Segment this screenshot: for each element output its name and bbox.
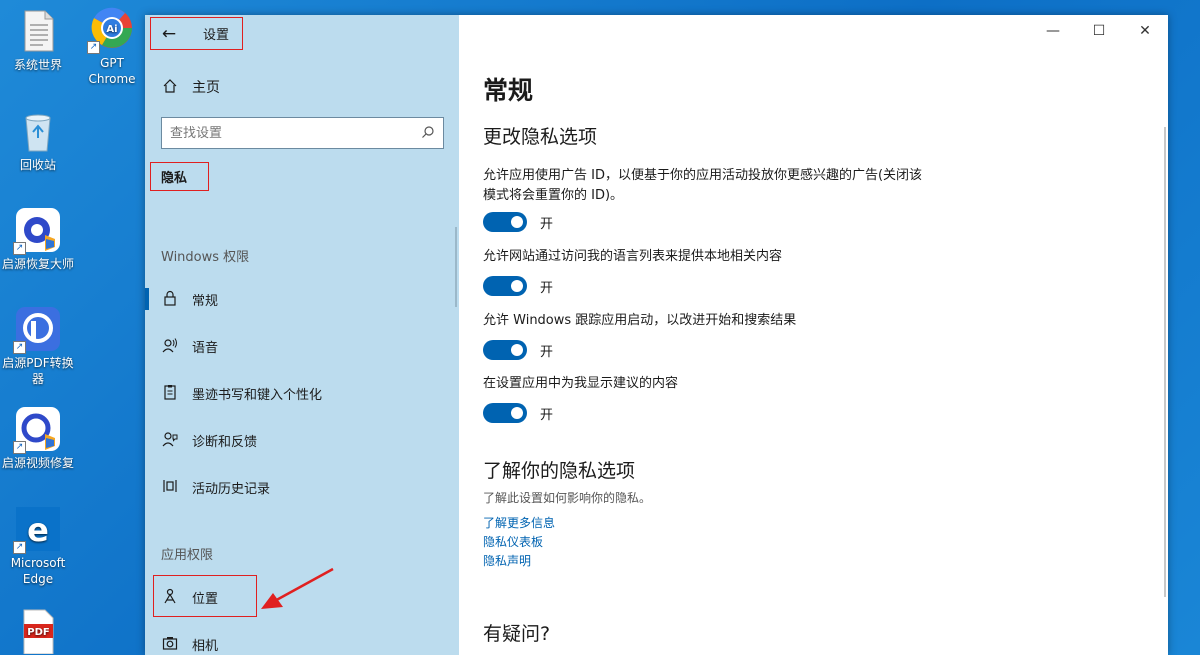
location-icon xyxy=(161,588,179,606)
sidebar-item-label: 墨迹书写和键入个性化 xyxy=(192,387,323,403)
sidebar-item-speech[interactable]: 语音 xyxy=(161,335,218,357)
search-input[interactable] xyxy=(170,125,421,141)
toggle-state-label: 开 xyxy=(540,216,554,232)
group-label-windows: Windows 权限 xyxy=(161,250,250,265)
back-row: ← 设置 xyxy=(150,17,243,50)
group-label-app: 应用权限 xyxy=(161,548,214,563)
sidebar-item-label: 位置 xyxy=(192,591,219,607)
maximize-button[interactable]: ☐ xyxy=(1076,15,1122,47)
svg-text:Ai: Ai xyxy=(106,24,117,35)
sidebar-item-diagnostics[interactable]: 诊断和反馈 xyxy=(161,429,257,451)
desktop-icon-label: 启源恢复大师 xyxy=(1,257,74,271)
toggle-state-label: 开 xyxy=(540,344,554,360)
toggle-switch[interactable] xyxy=(483,212,527,232)
toggle-row-language-list: 开 xyxy=(483,276,553,296)
close-button[interactable]: ✕ xyxy=(1122,15,1168,47)
page-title: 常规 xyxy=(483,76,534,105)
desktop-icon-label: 启源PDF转换器 xyxy=(2,356,74,386)
sidebar-item-label: 主页 xyxy=(192,80,220,96)
desktop-icon-label: GPT Chrome xyxy=(88,56,136,86)
option-description: 允许应用使用广告 ID，以便基于你的应用活动投放你更感兴趣的广告(关闭该模式将会… xyxy=(483,168,923,203)
option-description: 在设置应用中为我显示建议的内容 xyxy=(483,376,679,391)
desktop-icon-label: 回收站 xyxy=(19,158,56,172)
settings-main: — ☐ ✕ 常规 更改隐私选项 允许应用使用广告 ID，以便基于你的应用活动投放… xyxy=(459,15,1168,655)
sidebar-scrollbar[interactable] xyxy=(455,227,457,307)
desktop-icon-pdf[interactable]: PDF xyxy=(0,608,76,655)
video-repair-icon: ↗ xyxy=(13,406,61,454)
shortcut-arrow-icon: ↗ xyxy=(87,41,100,54)
desktop-icon-edge[interactable]: e ↗ Microsoft Edge xyxy=(0,506,76,587)
camera-icon xyxy=(161,635,179,653)
desktop-icon-pdf-converter[interactable]: ↗ 启源PDF转换器 xyxy=(0,306,76,387)
settings-sidebar: ← 设置 主页 隐私 Windows 权限 常规 xyxy=(145,15,459,655)
recovery-app-icon: ↗ xyxy=(13,207,61,255)
toggle-row-ad-id: 开 xyxy=(483,212,553,232)
clipboard-icon xyxy=(161,384,179,402)
toggle-row-app-launch: 开 xyxy=(483,340,553,360)
link-privacy-dashboard[interactable]: 隐私仪表板 xyxy=(483,533,543,550)
section-title-questions: 有疑问? xyxy=(483,623,551,645)
desktop-icon-label: 系统世界 xyxy=(13,58,62,72)
section-title-privacy: 隐私 xyxy=(150,162,209,191)
timeline-icon xyxy=(161,478,179,496)
sidebar-item-label: 语音 xyxy=(192,340,219,356)
section-description: 了解此设置如何影响你的隐私。 xyxy=(483,491,652,505)
sidebar-item-inking[interactable]: 墨迹书写和键入个性化 xyxy=(161,382,322,404)
recycle-bin-icon xyxy=(15,108,61,154)
main-scrollbar[interactable] xyxy=(1164,127,1166,597)
option-description: 允许 Windows 跟踪应用启动，以改进开始和搜索结果 xyxy=(483,313,797,328)
toggle-switch[interactable] xyxy=(483,403,527,423)
toggle-switch[interactable] xyxy=(483,340,527,360)
sidebar-item-location[interactable]: 位置 xyxy=(161,586,218,608)
search-box[interactable] xyxy=(161,117,444,149)
desktop-icon-label: 启源视频修复 xyxy=(1,456,74,470)
link-privacy-statement[interactable]: 隐私声明 xyxy=(483,552,531,569)
toggle-row-suggested-content: 开 xyxy=(483,403,553,423)
speech-icon xyxy=(161,337,179,355)
section-title-change-privacy: 更改隐私选项 xyxy=(483,126,598,148)
gpt-chrome-icon: Ai ↗ xyxy=(87,6,135,54)
option-description: 允许网站通过访问我的语言列表来提供本地相关内容 xyxy=(483,249,783,264)
sidebar-item-label: 相机 xyxy=(192,638,219,654)
pdf-file-label: PDF xyxy=(27,627,49,638)
shortcut-arrow-icon: ↗ xyxy=(13,441,26,454)
shortcut-arrow-icon: ↗ xyxy=(13,341,26,354)
desktop-icon-video-repair[interactable]: ↗ 启源视频修复 xyxy=(0,406,76,471)
sidebar-item-home[interactable]: 主页 xyxy=(161,77,220,97)
lock-icon xyxy=(161,290,179,308)
shortcut-arrow-icon: ↗ xyxy=(13,242,26,255)
shortcut-arrow-icon: ↗ xyxy=(13,541,26,554)
link-learn-more[interactable]: 了解更多信息 xyxy=(483,514,555,531)
home-icon xyxy=(161,78,179,96)
active-indicator xyxy=(145,288,149,310)
desktop-icon-system-world[interactable]: 系统世界 xyxy=(0,8,76,73)
toggle-switch[interactable] xyxy=(483,276,527,296)
settings-window: ← 设置 主页 隐私 Windows 权限 常规 xyxy=(145,15,1168,655)
desktop-icon-gpt-chrome[interactable]: Ai ↗ GPT Chrome xyxy=(74,6,150,87)
sidebar-item-general[interactable]: 常规 xyxy=(161,288,218,310)
sidebar-item-label: 活动历史记录 xyxy=(192,481,271,497)
desktop-icon-recycle-bin[interactable]: 回收站 xyxy=(0,108,76,173)
back-arrow-icon[interactable]: ← xyxy=(151,24,181,44)
section-title-know-privacy: 了解你的隐私选项 xyxy=(483,460,636,482)
sidebar-item-camera[interactable]: 相机 xyxy=(161,633,218,655)
minimize-button[interactable]: — xyxy=(1030,15,1076,47)
sidebar-item-label: 诊断和反馈 xyxy=(192,434,258,450)
sidebar-item-label: 常规 xyxy=(192,293,219,309)
red-arrow-annotation xyxy=(257,563,337,617)
toggle-state-label: 开 xyxy=(540,280,554,296)
svg-text:e: e xyxy=(27,511,49,549)
edge-icon: e ↗ xyxy=(13,506,61,554)
feedback-icon xyxy=(161,431,179,449)
desktop-icon-recovery-master[interactable]: ↗ 启源恢复大师 xyxy=(0,207,76,272)
pdf-file-icon: PDF xyxy=(15,608,61,655)
sidebar-item-activity-history[interactable]: 活动历史记录 xyxy=(161,476,270,498)
window-controls: — ☐ ✕ xyxy=(1030,15,1168,47)
pdf-converter-icon: ↗ xyxy=(13,306,61,354)
toggle-state-label: 开 xyxy=(540,407,554,423)
search-icon[interactable] xyxy=(421,124,435,143)
window-title: 设置 xyxy=(203,28,230,43)
document-icon xyxy=(15,8,61,54)
desktop-icon-label: Microsoft Edge xyxy=(10,556,66,586)
